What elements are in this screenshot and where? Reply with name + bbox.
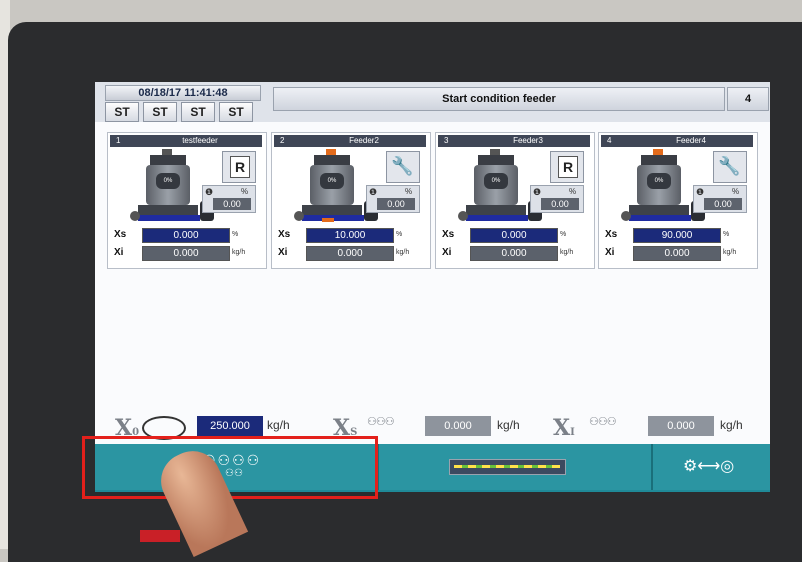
- mode-button[interactable]: 🔧: [386, 151, 420, 183]
- percent-value: 0.00: [213, 198, 251, 210]
- speed-icon: ❶: [533, 187, 542, 197]
- percent-display: ❶ % 0.00: [530, 185, 584, 213]
- mode-button[interactable]: 🔧: [713, 151, 747, 183]
- percent-value: 0.00: [704, 198, 742, 210]
- hopper-fill-level: 0%: [484, 173, 508, 189]
- io-settings-icon: ⚙⟷◎: [683, 458, 735, 475]
- xs-setpoint-field[interactable]: 90.000: [633, 228, 721, 243]
- feeder-number: 3: [444, 136, 449, 145]
- speed-icon: ❶: [205, 187, 214, 197]
- xi-unit: kg/h: [232, 249, 246, 256]
- datetime-display: 08/18/17 11:41:48: [105, 85, 261, 101]
- top-bar: 08/18/17 11:41:48 ST ST ST ST Start cond…: [95, 82, 770, 122]
- xs-total-field: 0.000: [425, 416, 491, 436]
- xi-actual-field: 0.000: [142, 246, 230, 261]
- percent-unit: %: [569, 187, 577, 196]
- conveyor-icon: [449, 459, 566, 475]
- hopper-fill-level: 0%: [320, 173, 344, 189]
- xs-label: Xs: [442, 229, 455, 240]
- xs-label: Xs: [114, 229, 127, 240]
- page-title: Start condition feeder: [273, 87, 725, 111]
- feeder-name: Feeder4: [676, 136, 706, 145]
- hopper-fill-level: 0%: [156, 173, 180, 189]
- setpoint-feeders-icon: ⚇⚇⚇: [367, 416, 395, 428]
- xs-unit: %: [232, 231, 239, 238]
- xi-unit: kg/h: [560, 249, 574, 256]
- percent-display: ❶ % 0.00: [693, 185, 747, 213]
- percent-display: ❶ % 0.00: [202, 185, 256, 213]
- percent-unit: %: [732, 187, 740, 196]
- conveyor-view-button[interactable]: [379, 444, 653, 490]
- xi-label: Xi: [114, 247, 124, 258]
- mode-button[interactable]: R: [222, 151, 256, 183]
- st-button-2[interactable]: ST: [143, 102, 177, 122]
- percent-value: 0.00: [377, 198, 415, 210]
- red-object: [140, 530, 180, 542]
- xs-setpoint-field[interactable]: 0.000: [470, 228, 558, 243]
- xi-actual-field: 0.000: [306, 246, 394, 261]
- xi-unit: kg/h: [723, 249, 737, 256]
- hmi-screen: 08/18/17 11:41:48 ST ST ST ST Start cond…: [95, 82, 770, 492]
- speed-icon: ❶: [696, 187, 705, 197]
- feeder-panel-4[interactable]: 4 Feeder4 0% 🔧 ❶ % 0.00 Xs 90.000 % Xi 0…: [598, 132, 758, 269]
- xi-total-unit: kg/h: [720, 418, 743, 432]
- feeder-header: 3 Feeder3: [438, 135, 590, 147]
- xs-unit: %: [396, 231, 403, 238]
- feeder-panel-3[interactable]: 3 Feeder3 0% R ❶ % 0.00 Xs 0.000 % Xi 0.…: [435, 132, 595, 269]
- wrench-icon: 🔧: [718, 156, 741, 176]
- feeder-header: 4 Feeder4: [601, 135, 753, 147]
- xi-label: Xi: [278, 247, 288, 258]
- feeder-panel-1[interactable]: 1 testfeeder 0% R ❶ % 0.00 Xs 0.000 % Xi…: [107, 132, 267, 269]
- xi-total-field: 0.000: [648, 416, 714, 436]
- st-button-3[interactable]: ST: [181, 102, 215, 122]
- feeder-number: 2: [280, 136, 285, 145]
- xs-label: Xs: [278, 229, 291, 240]
- st-button-1[interactable]: ST: [105, 102, 139, 122]
- feeder-name: testfeeder: [182, 136, 218, 145]
- actual-feeders-icon: ⚇⚇⚇: [589, 416, 617, 428]
- feeder-name: Feeder2: [349, 136, 379, 145]
- xs-setpoint-field[interactable]: 10.000: [306, 228, 394, 243]
- page-number: 4: [727, 87, 769, 111]
- xi-total-label: XI: [553, 415, 575, 441]
- xs-unit: %: [560, 231, 567, 238]
- speed-icon: ❶: [369, 187, 378, 197]
- feeder-number: 4: [607, 136, 612, 145]
- io-settings-button[interactable]: ⚙⟷◎: [653, 444, 770, 490]
- mode-button[interactable]: R: [550, 151, 584, 183]
- feeder-header: 2 Feeder2: [274, 135, 426, 147]
- hopper-fill-level: 0%: [647, 173, 671, 189]
- percent-unit: %: [241, 187, 249, 196]
- xi-label: Xi: [442, 247, 452, 258]
- xi-actual-field: 0.000: [633, 246, 721, 261]
- feeder-number: 1: [116, 136, 121, 145]
- percent-unit: %: [405, 187, 413, 196]
- x0-unit: kg/h: [267, 418, 290, 432]
- xi-actual-field: 0.000: [470, 246, 558, 261]
- highlight-annotation: [82, 436, 378, 499]
- percent-display: ❶ % 0.00: [366, 185, 420, 213]
- xs-unit: %: [723, 231, 730, 238]
- remote-mode-icon: R: [558, 156, 578, 178]
- xs-setpoint-field[interactable]: 0.000: [142, 228, 230, 243]
- xi-label: Xi: [605, 247, 615, 258]
- feeder-header: 1 testfeeder: [110, 135, 262, 147]
- xi-unit: kg/h: [396, 249, 410, 256]
- x0-setpoint-field[interactable]: 250.000: [197, 416, 263, 436]
- st-button-4[interactable]: ST: [219, 102, 253, 122]
- wrench-icon: 🔧: [391, 156, 414, 176]
- remote-mode-icon: R: [230, 156, 250, 178]
- percent-value: 0.00: [541, 198, 579, 210]
- xs-total-unit: kg/h: [497, 418, 520, 432]
- feeder-panel-2[interactable]: 2 Feeder2 0% 🔧 ❶ % 0.00 Xs 10.000 % Xi 0…: [271, 132, 431, 269]
- xs-label: Xs: [605, 229, 618, 240]
- feeder-name: Feeder3: [513, 136, 543, 145]
